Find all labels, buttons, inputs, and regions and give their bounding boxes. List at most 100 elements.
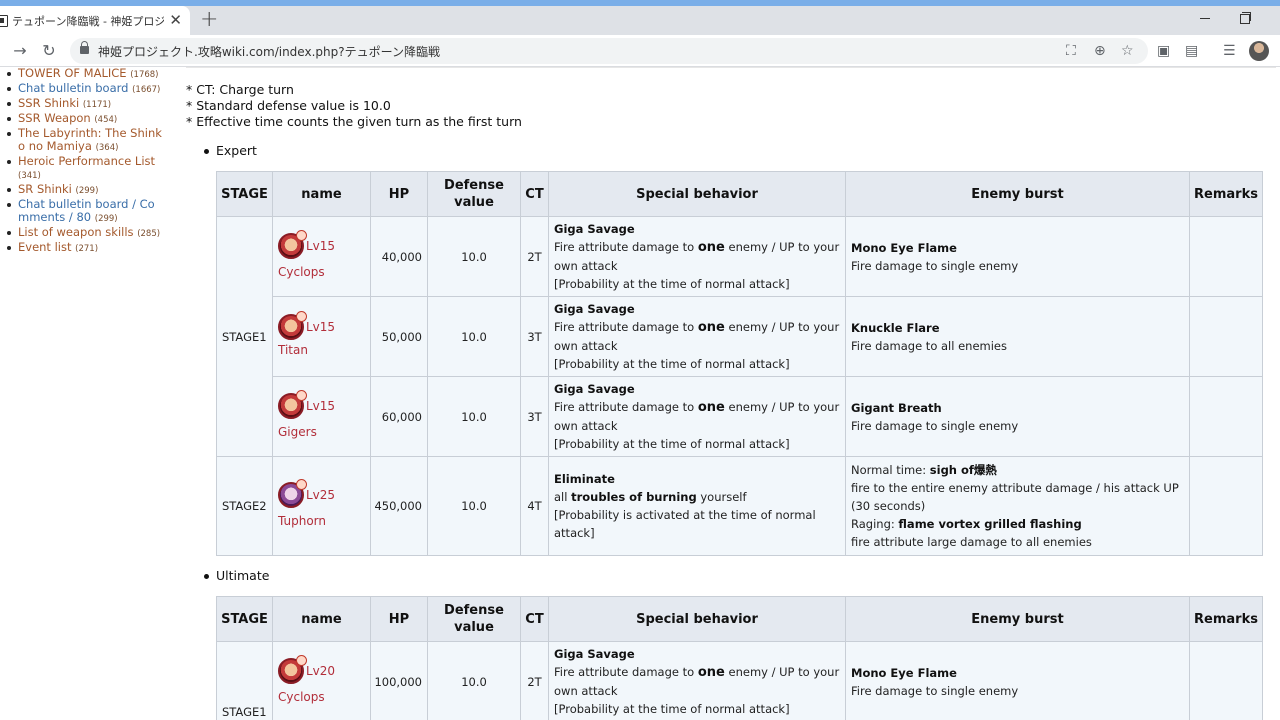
url-text: 神姫プロジェクト.攻略wiki.com/index.php?テュポーン降臨戦 <box>98 45 440 59</box>
page-count: (285) <box>137 229 161 239</box>
translate-icon[interactable]: ⛶ <box>1066 43 1076 59</box>
col-hp: HP <box>370 171 428 217</box>
sidebar-item-heroic-list[interactable]: Heroic Performance List <box>18 154 155 168</box>
list-item[interactable]: List of weapon skills (285) <box>0 226 170 241</box>
remarks-cell <box>1189 641 1263 720</box>
enemy-level-link[interactable]: Lv15 <box>306 239 335 253</box>
close-tab-icon[interactable]: ✕ <box>169 12 182 28</box>
hp-cell: 100,000 <box>370 641 428 720</box>
remarks-cell <box>1189 376 1263 457</box>
minimize-window-icon[interactable] <box>1198 10 1212 26</box>
enemy-portrait-icon[interactable] <box>278 389 307 419</box>
enemy-level-link[interactable]: Lv15 <box>306 399 335 413</box>
enemy-portrait-icon[interactable] <box>278 311 307 341</box>
burst-cell: Gigant Breath Fire damage to single enem… <box>845 376 1190 457</box>
notes-block: * CT: Charge turn * Standard defense val… <box>186 82 522 130</box>
col-name: name <box>272 596 371 642</box>
special-probability: [Probability at the time of normal attac… <box>554 277 790 291</box>
forward-arrow-icon[interactable]: → <box>8 39 32 63</box>
sidebar-item-sr-shinki[interactable]: SR Shinki <box>18 182 72 196</box>
special-title: Eliminate <box>554 472 615 486</box>
page-count: (299) <box>75 186 99 196</box>
col-special: Special behavior <box>548 171 846 217</box>
ct-cell: 2T <box>520 216 549 297</box>
stage-cell: STAGE1 <box>216 641 273 720</box>
enemy-level-link[interactable]: Lv20 <box>306 664 335 678</box>
burst-normal-title: sigh of爆熱 <box>929 463 997 477</box>
page-count: (1667) <box>132 85 161 95</box>
address-bar[interactable]: 神姫プロジェクト.攻略wiki.com/index.php?テュポーン降臨戦 ⛶… <box>70 38 1148 64</box>
enemy-portrait-icon[interactable] <box>278 479 307 508</box>
list-item[interactable]: SR Shinki (299) <box>0 183 170 198</box>
enemy-name-link[interactable]: Cyclops <box>278 263 365 281</box>
enemy-portrait-icon[interactable] <box>278 229 307 259</box>
enemy-portrait-icon[interactable] <box>278 654 307 684</box>
col-defense: Defense value <box>427 171 521 217</box>
list-item[interactable]: Heroic Performance List (341) <box>0 155 170 183</box>
reload-icon[interactable]: ↻ <box>37 39 61 63</box>
section-title-ultimate: Ultimate <box>203 568 270 583</box>
special-desc: Fire attribute damage to one enemy / UP … <box>554 398 840 435</box>
special-probability: [Probability at the time of normal attac… <box>554 357 790 371</box>
list-item[interactable]: SSR Weapon (454) <box>0 112 170 127</box>
enemy-name-link[interactable]: Gigers <box>278 423 365 441</box>
reading-list-icon[interactable]: ☰ <box>1223 43 1236 59</box>
enemy-name-link[interactable]: Tuphorn <box>278 512 365 530</box>
divider <box>186 67 1276 68</box>
list-item[interactable]: SSR Shinki (1171) <box>0 97 170 112</box>
burst-raging: Raging: flame vortex grilled flashing <box>851 515 1184 533</box>
zoom-icon[interactable]: ⊕ <box>1094 43 1106 59</box>
special-desc-emph: one <box>697 240 725 255</box>
sidebar-item-ssr-shinki[interactable]: SSR Shinki <box>18 96 79 110</box>
burst-desc: Fire damage to single enemy <box>851 418 1019 433</box>
sidebar-item-event-list[interactable]: Event list <box>18 240 72 254</box>
tab-strip: テュポーン降臨戦 - 神姫プロジェクト攻略 ✕ + <box>0 6 1280 35</box>
special-desc: Fire attribute damage to one enemy / UP … <box>554 663 840 700</box>
col-burst: Enemy burst <box>845 596 1190 642</box>
sidebar-item-chat-comments[interactable]: Chat bulletin board / Co mments / 80 <box>18 197 155 224</box>
burst-normal-desc: fire to the entire enemy attribute damag… <box>851 481 1179 513</box>
new-tab-button[interactable]: + <box>200 8 218 32</box>
sidebar-item-tower-of-malice[interactable]: TOWER OF MALICE <box>18 66 127 80</box>
restore-window-icon[interactable] <box>1238 12 1251 24</box>
ct-cell: 3T <box>520 296 549 377</box>
burst-normal-label: Normal time: <box>851 463 930 477</box>
ct-cell: 2T <box>520 641 549 720</box>
bookmark-star-icon[interactable]: ☆ <box>1121 43 1134 59</box>
special-desc-pre: Fire attribute damage to <box>554 400 698 414</box>
list-item[interactable]: TOWER OF MALICE (1768) <box>0 67 170 82</box>
sidebar-item-chat-board[interactable]: Chat bulletin board <box>18 81 128 95</box>
burst-raging-title: flame vortex grilled flashing <box>898 517 1082 531</box>
col-hp: HP <box>370 596 428 642</box>
table-header-row: STAGE name HP Defense value CT Special b… <box>216 596 1263 642</box>
col-stage: STAGE <box>216 596 273 642</box>
defense-cell: 10.0 <box>427 216 521 297</box>
list-item[interactable]: Chat bulletin board / Co mments / 80 (29… <box>0 198 170 226</box>
table-row: Lv15 Gigers 60,000 10.0 3T Giga Savage F… <box>217 376 1263 457</box>
enemy-level-link[interactable]: Lv25 <box>306 488 335 502</box>
defense-cell: 10.0 <box>427 376 521 457</box>
special-desc: Fire attribute damage to one enemy / UP … <box>554 238 840 275</box>
enemy-cell: Lv15 Cyclops <box>272 216 371 297</box>
enemy-cell: Lv15 Gigers <box>272 376 371 457</box>
special-probability: [Probability is activated at the time of… <box>554 508 816 540</box>
browser-toolbar: → ↻ 神姫プロジェクト.攻略wiki.com/index.php?テュポーン降… <box>0 35 1280 67</box>
extension-icon-2[interactable]: ▤ <box>1185 43 1198 59</box>
sidebar-item-weapon-skills[interactable]: List of weapon skills <box>18 225 134 239</box>
browser-tab[interactable]: テュポーン降臨戦 - 神姫プロジェクト攻略 ✕ <box>0 6 190 35</box>
list-item[interactable]: Event list (271) <box>0 241 170 256</box>
list-item[interactable]: Chat bulletin board (1667) <box>0 82 170 97</box>
special-desc-post: yourself <box>696 490 747 504</box>
sidebar-item-labyrinth[interactable]: The Labyrinth: The Shink o no Mamiya <box>18 126 162 153</box>
enemy-name-link[interactable]: Cyclops <box>278 688 365 706</box>
sidebar-item-ssr-weapon[interactable]: SSR Weapon <box>18 111 91 125</box>
expert-table: STAGE name HP Defense value CT Special b… <box>216 171 1263 556</box>
special-desc: all troubles of burning yourself <box>554 488 840 506</box>
special-title: Giga Savage <box>554 222 635 236</box>
popular-pages-list: TOWER OF MALICE (1768) Chat bulletin boa… <box>0 67 175 256</box>
extension-icon[interactable]: ▣ <box>1157 43 1170 59</box>
profile-avatar[interactable] <box>1249 41 1269 61</box>
burst-desc: Fire damage to single enemy <box>851 258 1019 273</box>
list-item[interactable]: The Labyrinth: The Shink o no Mamiya (36… <box>0 127 170 155</box>
sidebar: TOWER OF MALICE (1768) Chat bulletin boa… <box>0 67 175 256</box>
